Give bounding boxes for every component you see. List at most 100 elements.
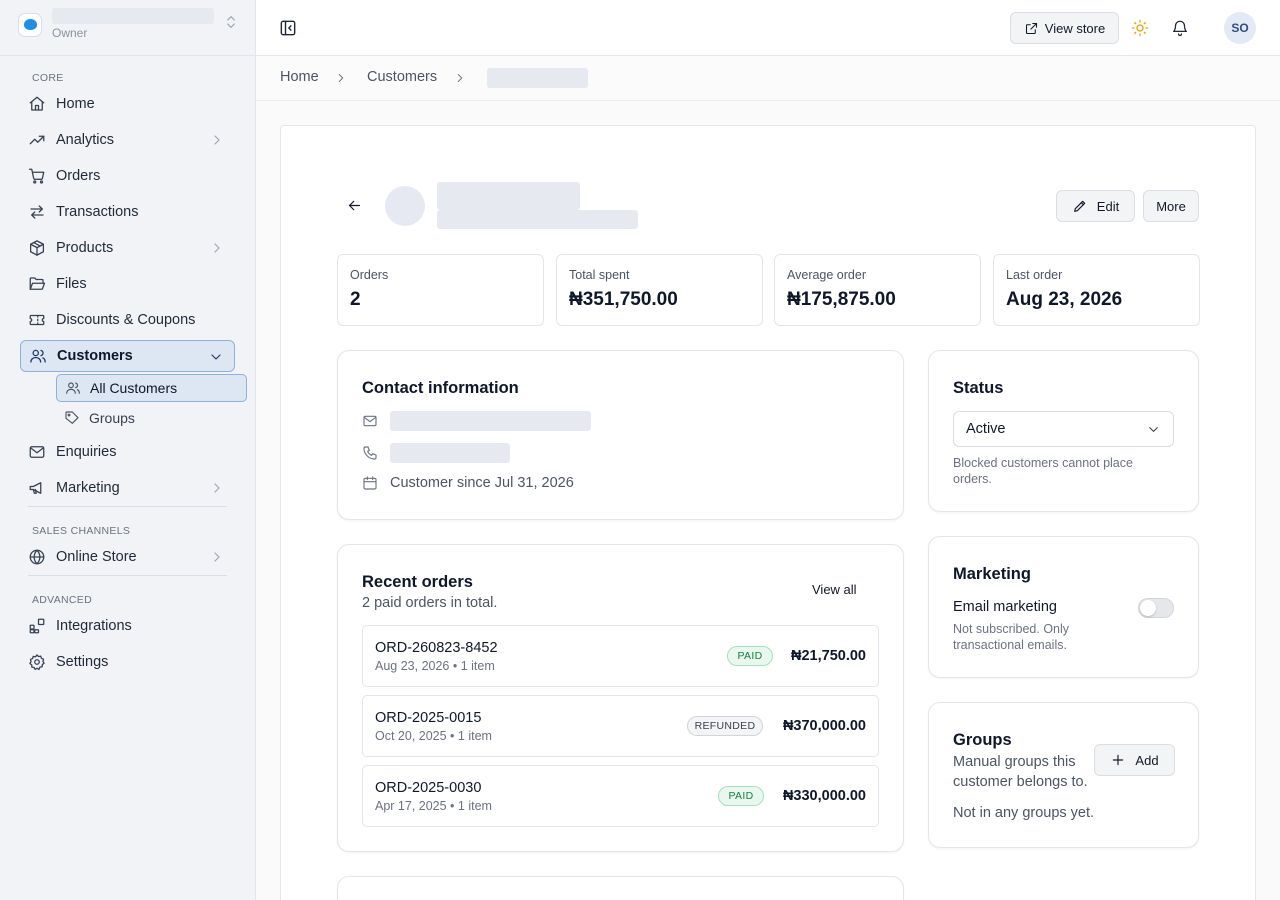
sidebar-item-home[interactable]: Home	[20, 88, 235, 120]
mail-icon	[29, 446, 45, 458]
stat-total-spent: Total spent ₦351,750.00	[556, 254, 763, 326]
additional-card	[337, 876, 904, 900]
stat-value: 2	[350, 289, 361, 310]
chevron-right-icon	[214, 243, 220, 253]
gear-icon	[29, 654, 45, 671]
marketing-card-title: Marketing	[953, 565, 1031, 583]
contact-information-card: Contact information Customer since Jul 3…	[337, 350, 904, 520]
sidebar-item-online-store[interactable]: Online Store	[20, 541, 235, 573]
view-all-link[interactable]: View all	[812, 582, 857, 597]
customer-name-placeholder	[437, 182, 580, 210]
stat-value: ₦351,750.00	[569, 289, 678, 310]
chevron-down-icon	[1149, 427, 1158, 432]
home-icon	[29, 96, 45, 111]
section-label-advanced: ADVANCED	[32, 594, 92, 606]
contact-card-title: Contact information	[362, 379, 519, 397]
sidebar-toggle-icon[interactable]	[278, 18, 298, 38]
package-icon	[29, 240, 45, 256]
marketing-card: Marketing Email marketing Not subscribed…	[928, 536, 1199, 678]
stat-label: Average order	[787, 268, 866, 282]
status-badge: PAID	[718, 786, 764, 806]
sidebar-item-products[interactable]: Products	[20, 232, 235, 264]
edit-label: Edit	[1096, 198, 1120, 214]
breadcrumb-customers[interactable]: Customers	[367, 69, 437, 85]
sidebar: Owner CORE Home Analytics Orders Transac…	[0, 0, 256, 900]
sidebar-item-transactions[interactable]: Transactions	[20, 196, 235, 228]
user-avatar[interactable]: SO	[1224, 12, 1256, 44]
sidebar-item-enquiries[interactable]: Enquiries	[20, 436, 235, 468]
stat-orders: Orders 2	[337, 254, 544, 326]
recent-orders-subtitle: 2 paid orders in total.	[362, 595, 498, 611]
order-amount: ₦370,000.00	[782, 718, 866, 734]
status-badge: REFUNDED	[687, 716, 763, 736]
section-label-sales-channels: SALES CHANNELS	[32, 525, 131, 537]
calendar-icon	[363, 476, 377, 490]
chevron-right-icon	[457, 74, 463, 82]
status-badge: PAID	[727, 646, 773, 666]
order-row[interactable]: ORD-2025-0015 Oct 20, 2025 • 1 item REFU…	[362, 695, 879, 757]
contact-since-row: Customer since Jul 31, 2026	[362, 475, 574, 491]
workspace-switcher[interactable]: Owner	[0, 0, 255, 56]
bell-icon[interactable]	[1171, 19, 1189, 37]
sidebar-item-analytics[interactable]: Analytics	[20, 124, 235, 156]
order-amount: ₦21,750.00	[791, 648, 866, 664]
sidebar-item-label: Files	[56, 276, 87, 292]
plus-icon	[1113, 754, 1124, 766]
order-meta: Apr 17, 2025 • 1 item	[375, 799, 492, 813]
sidebar-subitem-label: Groups	[89, 410, 135, 426]
more-button[interactable]: More	[1143, 190, 1199, 222]
groups-card: Groups Manual groups this customer belon…	[928, 702, 1199, 848]
sidebar-item-settings[interactable]: Settings	[20, 646, 235, 678]
sidebar-subitem-groups[interactable]: Groups	[56, 404, 247, 432]
workspace-role: Owner	[52, 26, 88, 40]
stat-value: Aug 23, 2026	[1006, 289, 1123, 310]
arrow-left-icon[interactable]	[346, 197, 363, 214]
external-link-icon	[1025, 22, 1037, 34]
order-amount: ₦330,000.00	[782, 788, 866, 804]
sun-icon[interactable]	[1131, 19, 1149, 37]
sidebar-item-label: Settings	[56, 654, 109, 670]
stat-last-order: Last order Aug 23, 2026	[993, 254, 1200, 326]
sidebar-item-label: Transactions	[56, 204, 139, 220]
section-label-core: CORE	[32, 72, 64, 84]
add-group-button[interactable]: Add	[1094, 744, 1175, 776]
groups-empty-text: Not in any groups yet.	[953, 805, 1095, 821]
sidebar-subitem-all-customers[interactable]: All Customers	[56, 374, 247, 402]
sidebar-item-files[interactable]: Files	[20, 268, 235, 300]
order-row[interactable]: ORD-260823-8452 Aug 23, 2026 • 1 item PA…	[362, 625, 879, 687]
folder-open-icon	[29, 277, 46, 290]
mail-icon	[363, 415, 377, 427]
sidebar-item-discounts[interactable]: Discounts & Coupons	[20, 304, 235, 336]
sidebar-item-label: Integrations	[56, 618, 132, 634]
chevron-right-icon	[214, 483, 220, 493]
sidebar-divider	[28, 506, 227, 507]
order-meta: Aug 23, 2026 • 1 item	[375, 659, 495, 673]
sidebar-item-integrations[interactable]: Integrations	[20, 610, 235, 642]
view-store-button[interactable]: View store	[1010, 12, 1119, 44]
chevron-right-icon	[214, 135, 220, 145]
edit-button[interactable]: Edit	[1056, 190, 1135, 222]
sidebar-item-marketing[interactable]: Marketing	[20, 472, 235, 504]
pencil-icon	[1073, 200, 1086, 212]
status-select[interactable]: Active	[953, 411, 1174, 447]
chevrons-up-down-icon	[227, 16, 235, 28]
sidebar-item-customers[interactable]: Customers	[20, 340, 235, 372]
sidebar-item-orders[interactable]: Orders	[20, 160, 235, 192]
contact-email-row	[362, 411, 591, 431]
sidebar-item-label: Orders	[56, 168, 101, 184]
contact-phone-row	[362, 443, 510, 463]
email-marketing-toggle[interactable]	[1138, 598, 1174, 618]
chevron-right-icon	[338, 74, 344, 82]
order-row[interactable]: ORD-2025-0030 Apr 17, 2025 • 1 item PAID…	[362, 765, 879, 827]
email-placeholder	[390, 411, 591, 431]
recent-orders-title: Recent orders	[362, 573, 473, 591]
megaphone-icon	[29, 482, 42, 494]
users-icon	[66, 382, 80, 394]
stat-average-order: Average order ₦175,875.00	[774, 254, 981, 326]
tag-icon	[65, 411, 79, 424]
breadcrumb: Home Customers	[256, 56, 1280, 101]
breadcrumb-home[interactable]: Home	[280, 69, 319, 85]
breadcrumb-current-placeholder	[487, 68, 588, 88]
status-help-text: Blocked customers cannot place orders.	[953, 456, 1133, 486]
sidebar-item-label: Discounts & Coupons	[56, 312, 196, 328]
